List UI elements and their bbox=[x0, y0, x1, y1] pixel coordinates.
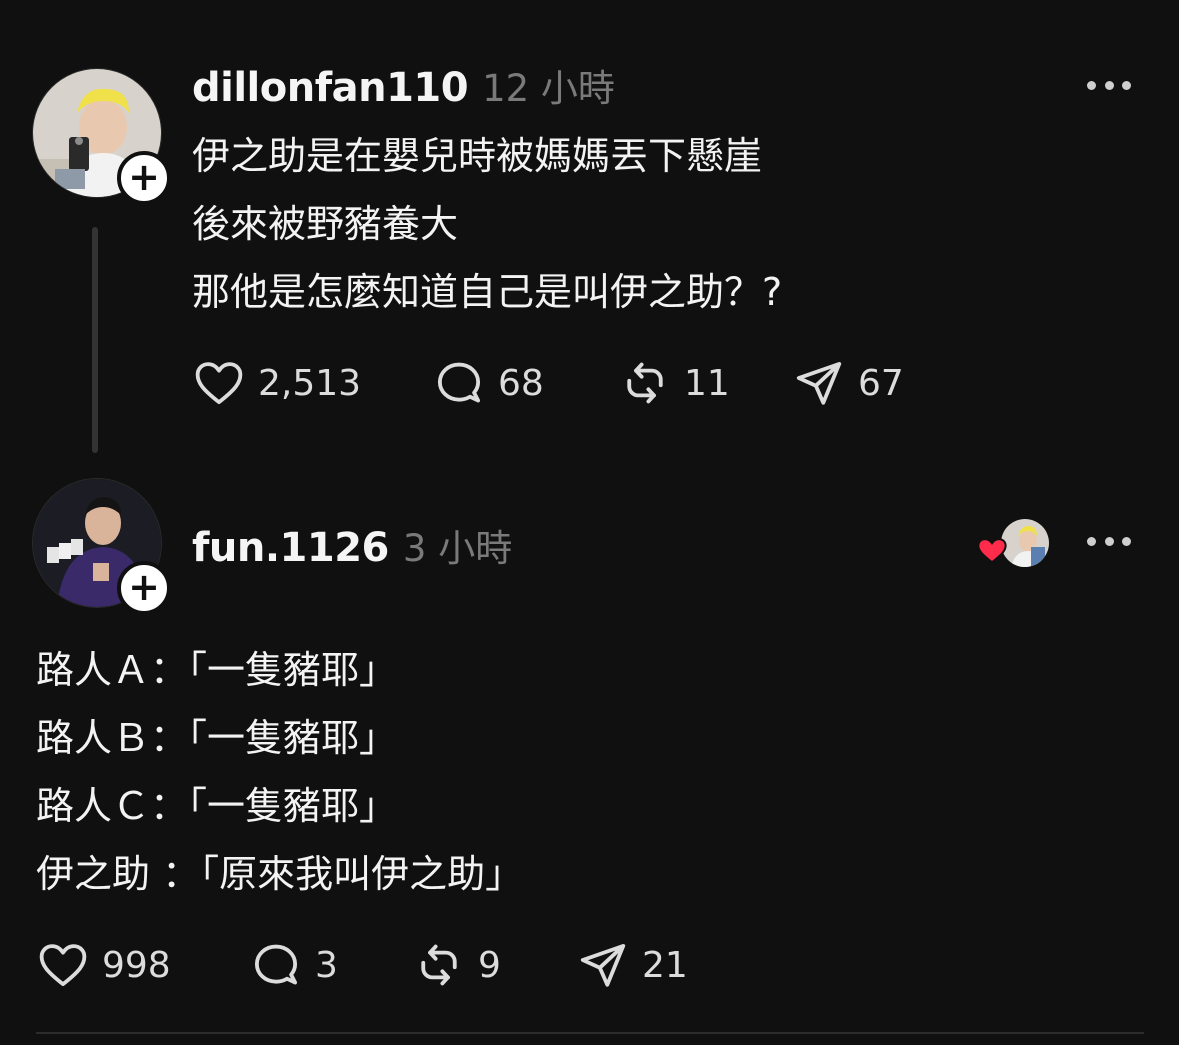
share-button[interactable]: 21 bbox=[576, 938, 688, 992]
repost-icon bbox=[627, 362, 663, 404]
thread-connector-line bbox=[92, 227, 98, 453]
reply-count: 68 bbox=[498, 362, 544, 404]
repost-button[interactable]: 11 bbox=[618, 356, 792, 410]
repost-count: 11 bbox=[684, 362, 730, 404]
repost-icon bbox=[421, 944, 457, 986]
liked-by-author-indicator bbox=[975, 517, 1055, 569]
like-count: 998 bbox=[102, 944, 171, 986]
timestamp: 3 小時 bbox=[402, 527, 513, 570]
action-bar: 2,513 68 11 67 bbox=[192, 356, 904, 410]
like-button[interactable]: 998 bbox=[36, 938, 249, 992]
heart-icon bbox=[195, 362, 243, 405]
repost-button[interactable]: 9 bbox=[412, 938, 576, 992]
reply-button[interactable]: 3 bbox=[249, 938, 412, 992]
more-icon[interactable] bbox=[1087, 534, 1131, 548]
heart-icon bbox=[977, 538, 1007, 564]
reply-button[interactable]: 68 bbox=[432, 356, 618, 410]
username[interactable]: fun.1126 bbox=[192, 525, 389, 571]
more-icon[interactable] bbox=[1087, 78, 1131, 92]
post-header: dillonfan110 12 小時 bbox=[192, 58, 615, 112]
share-count: 21 bbox=[642, 944, 688, 986]
thread-post: + dillonfan110 12 小時 伊之助是在嬰兒時被媽媽丟下懸崖 後來被… bbox=[0, 0, 1179, 470]
reply-post: + fun.1126 3 小時 路人Ａ：「一隻豬耶」 路人Ｂ：「一隻豬耶」 路人… bbox=[0, 470, 1179, 1045]
heart-icon bbox=[39, 944, 87, 987]
action-bar: 998 3 9 21 bbox=[36, 938, 688, 992]
like-count: 2,513 bbox=[258, 362, 362, 404]
comment-icon bbox=[437, 362, 481, 403]
share-button[interactable]: 67 bbox=[792, 356, 904, 410]
repost-count: 9 bbox=[478, 944, 501, 986]
reply-text: 路人Ａ：「一隻豬耶」 路人Ｂ：「一隻豬耶」 路人Ｃ：「一隻豬耶」 伊之助 ：「原… bbox=[36, 648, 524, 896]
like-button[interactable]: 2,513 bbox=[192, 356, 432, 410]
comment-icon bbox=[254, 944, 298, 985]
post-text: 伊之助是在嬰兒時被媽媽丟下懸崖 後來被野豬養大 那他是怎麼知道自己是叫伊之助？? bbox=[192, 134, 783, 314]
follow-button[interactable]: + bbox=[117, 561, 171, 615]
username[interactable]: dillonfan110 bbox=[192, 65, 469, 111]
divider bbox=[36, 1032, 1144, 1034]
send-icon bbox=[580, 943, 626, 987]
follow-button[interactable]: + bbox=[117, 151, 171, 205]
share-count: 67 bbox=[858, 362, 904, 404]
plus-icon: + bbox=[128, 565, 160, 609]
timestamp: 12 小時 bbox=[482, 67, 615, 110]
reply-count: 3 bbox=[315, 944, 338, 986]
send-icon bbox=[796, 361, 842, 405]
post-header: fun.1126 3 小時 bbox=[192, 518, 512, 572]
plus-icon: + bbox=[128, 155, 160, 199]
